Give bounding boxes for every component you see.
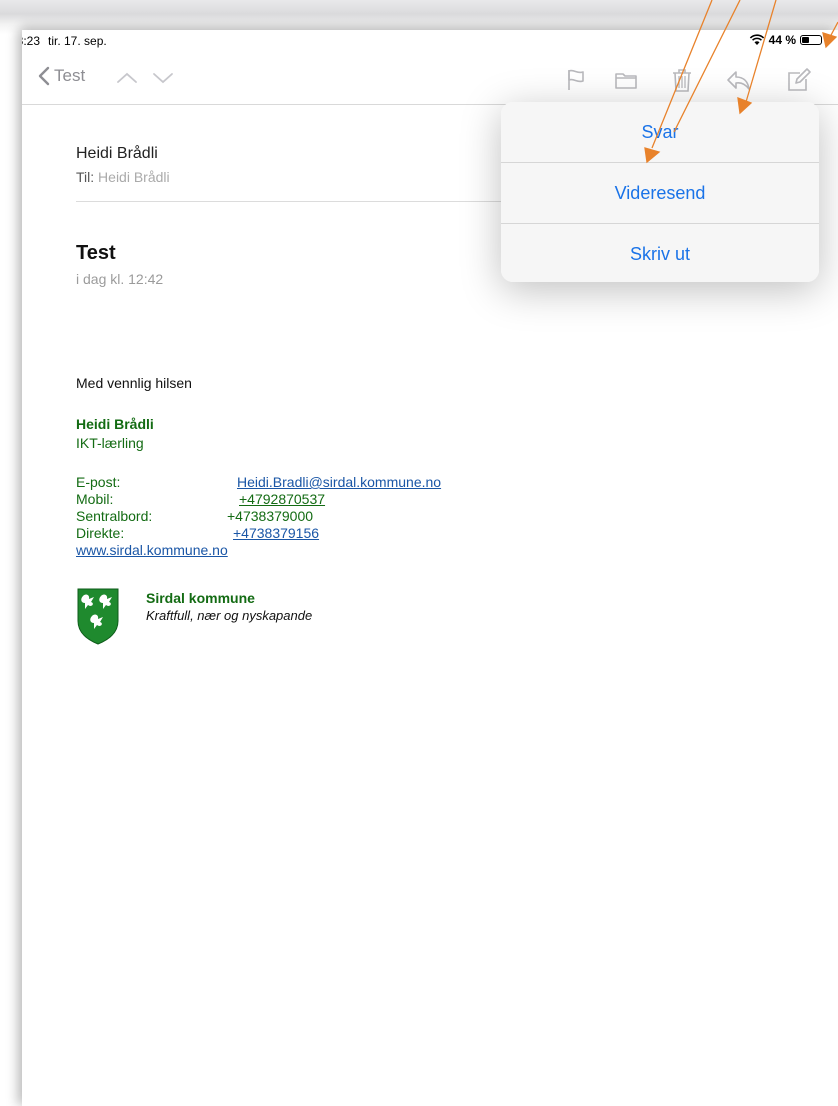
folder-icon[interactable] — [612, 66, 640, 94]
email-label: E-post: — [76, 474, 121, 490]
chevron-left-icon — [38, 66, 50, 86]
signature-name: Heidi Brådli — [76, 416, 154, 432]
signature-role: IKT-lærling — [76, 435, 144, 451]
mobile-label: Mobil: — [76, 491, 114, 507]
wifi-icon — [749, 34, 764, 45]
status-date: tir. 17. sep. — [48, 34, 107, 48]
organization-name: Sirdal kommune — [146, 590, 255, 606]
status-indicators: 44 % — [749, 33, 822, 47]
switchboard-label: Sentralbord: — [76, 508, 153, 524]
recipient-label: Til: — [76, 169, 95, 185]
message-navigation — [115, 68, 175, 88]
flag-icon[interactable] — [562, 66, 590, 94]
greeting-text: Med vennlig hilsen — [76, 375, 192, 391]
menu-item-forward[interactable]: Videresend — [501, 163, 819, 224]
status-bar: 13:23 tir. 17. sep. 44 % — [22, 30, 838, 52]
chevron-up-icon[interactable] — [115, 68, 139, 88]
battery-level-fill — [802, 37, 810, 43]
status-time: 13:23 — [22, 34, 41, 48]
mail-toolbar: Test — [22, 56, 838, 105]
battery-percent: 44 % — [768, 33, 796, 47]
back-label: Test — [54, 66, 86, 85]
direct-number-link[interactable]: +4738379156 — [233, 525, 319, 541]
menu-item-reply[interactable]: Svar — [501, 102, 819, 163]
ipad-mail-screen: 13:23 tir. 17. sep. 44 % Test — [22, 30, 838, 1106]
sirdal-crest-logo — [77, 588, 119, 645]
organization-tagline: Kraftfull, nær og nyskapande — [146, 608, 313, 623]
reply-icon[interactable] — [724, 66, 752, 94]
email-link[interactable]: Heidi.Bradli@sirdal.kommune.no — [237, 474, 441, 490]
recipient-value[interactable]: Heidi Brådli — [98, 169, 170, 185]
back-button[interactable]: Test — [38, 66, 85, 86]
chevron-down-icon[interactable] — [151, 68, 175, 88]
compose-icon[interactable] — [784, 66, 812, 94]
website-link[interactable]: www.sirdal.kommune.no — [76, 542, 228, 558]
menu-item-print[interactable]: Skriv ut — [501, 224, 819, 284]
battery-icon — [800, 35, 822, 45]
direct-label: Direkte: — [76, 525, 125, 541]
mobile-number[interactable]: +4792870537 — [239, 491, 325, 507]
reply-action-popover: Svar Videresend Skriv ut — [501, 102, 819, 282]
switchboard-number: +4738379000 — [227, 508, 314, 524]
trash-icon[interactable] — [668, 66, 696, 94]
